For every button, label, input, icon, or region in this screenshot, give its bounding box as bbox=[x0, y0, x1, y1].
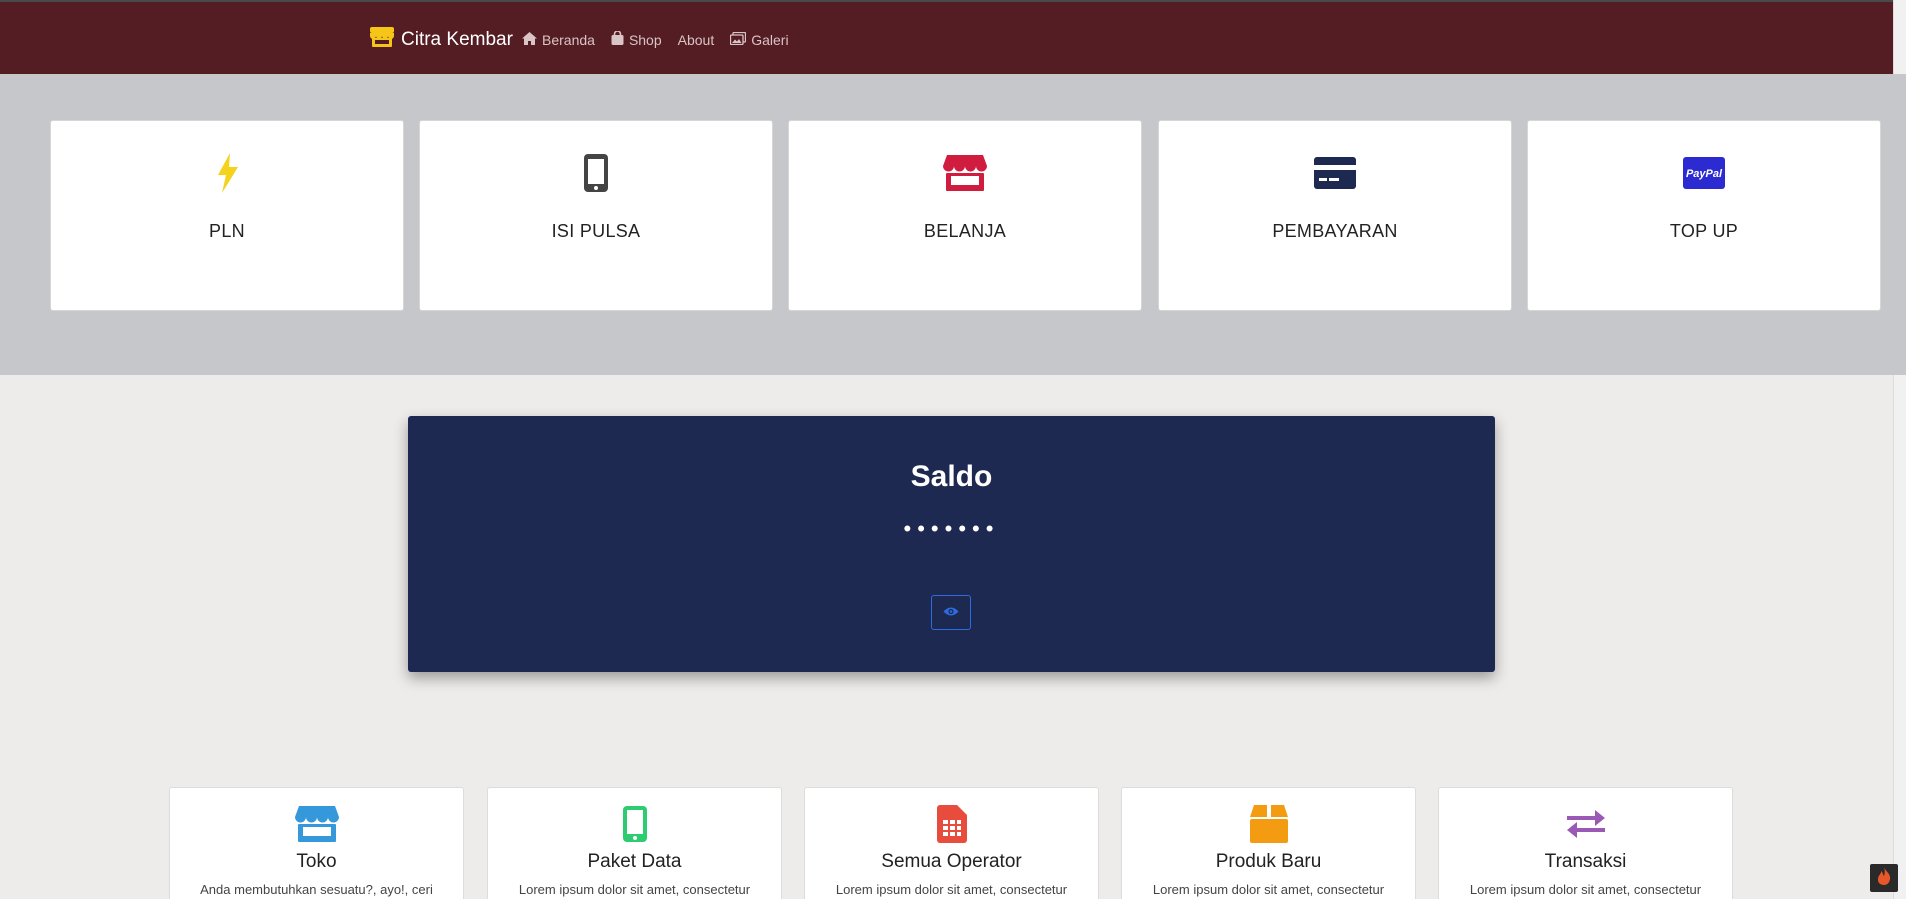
gallery-icon bbox=[730, 31, 747, 48]
feature-title: Paket Data bbox=[587, 851, 682, 872]
nav-link-label: Beranda bbox=[542, 31, 595, 48]
feature-description: Anda membutuhkan sesuatu?, ayo!, ceri bbox=[200, 882, 433, 897]
toggle-saldo-visibility-button[interactable] bbox=[931, 595, 971, 630]
feature-title: Produk Baru bbox=[1215, 851, 1322, 872]
home-icon bbox=[522, 31, 537, 48]
store-icon bbox=[943, 151, 987, 195]
feature-title: Transaksi bbox=[1544, 851, 1627, 872]
brand-label: Citra Kembar bbox=[401, 29, 513, 50]
saldo-value: ••••••• bbox=[903, 516, 1000, 541]
feature-card-paket-data[interactable]: Paket Data Lorem ipsum dolor sit amet, c… bbox=[487, 787, 782, 899]
feature-description: Lorem ipsum dolor sit amet, consectetur bbox=[1152, 882, 1385, 897]
brand-link[interactable]: Citra Kembar bbox=[369, 26, 513, 54]
store-icon bbox=[294, 804, 339, 844]
service-card-isi-pulsa[interactable]: ISI PULSA bbox=[419, 120, 773, 311]
saldo-panel: Saldo ••••••• bbox=[408, 416, 1495, 672]
sim-card-icon bbox=[930, 804, 974, 844]
service-card-pln[interactable]: PLN bbox=[50, 120, 404, 311]
flame-icon bbox=[1877, 866, 1891, 890]
feature-card-transaksi[interactable]: Transaksi Lorem ipsum dolor sit amet, co… bbox=[1438, 787, 1733, 899]
bag-icon bbox=[611, 30, 624, 48]
nav-link-label: Shop bbox=[628, 31, 662, 48]
service-label: PEMBAYARAN bbox=[1272, 221, 1398, 241]
feature-title: Semua Operator bbox=[881, 851, 1022, 872]
feature-description: Lorem ipsum dolor sit amet, consectetur bbox=[1469, 882, 1702, 897]
nav-links: Beranda Shop About Galeri bbox=[522, 30, 789, 48]
credit-card-icon bbox=[1313, 151, 1357, 195]
service-card-pembayaran[interactable]: PEMBAYARAN bbox=[1158, 120, 1512, 311]
service-label: PLN bbox=[209, 221, 245, 241]
feature-card-semua-operator[interactable]: Semua Operator Lorem ipsum dolor sit ame… bbox=[804, 787, 1099, 899]
service-card-belanja[interactable]: BELANJA bbox=[788, 120, 1142, 311]
mobile-icon bbox=[574, 151, 618, 195]
nav-link-about[interactable]: About bbox=[678, 32, 715, 48]
feature-card-produk-baru[interactable]: Produk Baru Lorem ipsum dolor sit amet, … bbox=[1121, 787, 1416, 899]
flame-button[interactable] bbox=[1870, 864, 1898, 892]
eye-icon bbox=[943, 605, 959, 620]
nav-link-shop[interactable]: Shop bbox=[611, 30, 662, 48]
svg-text:PayPal: PayPal bbox=[1686, 168, 1723, 180]
feature-title: Toko bbox=[296, 851, 337, 872]
feature-description: Lorem ipsum dolor sit amet, consectetur bbox=[518, 882, 751, 897]
nav-link-galeri[interactable]: Galeri bbox=[730, 31, 789, 48]
nav-link-label: About bbox=[677, 31, 715, 48]
navbar: Citra Kembar Beranda Shop About Galeri bbox=[0, 2, 1906, 74]
store-icon bbox=[369, 26, 395, 54]
box-icon bbox=[1247, 804, 1291, 844]
nav-link-label: Galeri bbox=[751, 31, 789, 48]
feature-description: Lorem ipsum dolor sit amet, consectetur bbox=[835, 882, 1068, 897]
mobile-icon bbox=[613, 804, 657, 844]
service-label: ISI PULSA bbox=[551, 221, 641, 241]
exchange-icon bbox=[1564, 804, 1608, 844]
service-label: TOP UP bbox=[1669, 221, 1739, 241]
service-card-top-up[interactable]: PayPal TOP UP bbox=[1527, 120, 1881, 311]
service-label: BELANJA bbox=[923, 221, 1007, 241]
bolt-icon bbox=[205, 151, 249, 195]
saldo-title: Saldo bbox=[910, 460, 993, 493]
nav-link-beranda[interactable]: Beranda bbox=[522, 31, 595, 48]
paypal-icon: PayPal bbox=[1682, 151, 1726, 195]
feature-card-toko[interactable]: Toko Anda membutuhkan sesuatu?, ayo!, ce… bbox=[169, 787, 464, 899]
